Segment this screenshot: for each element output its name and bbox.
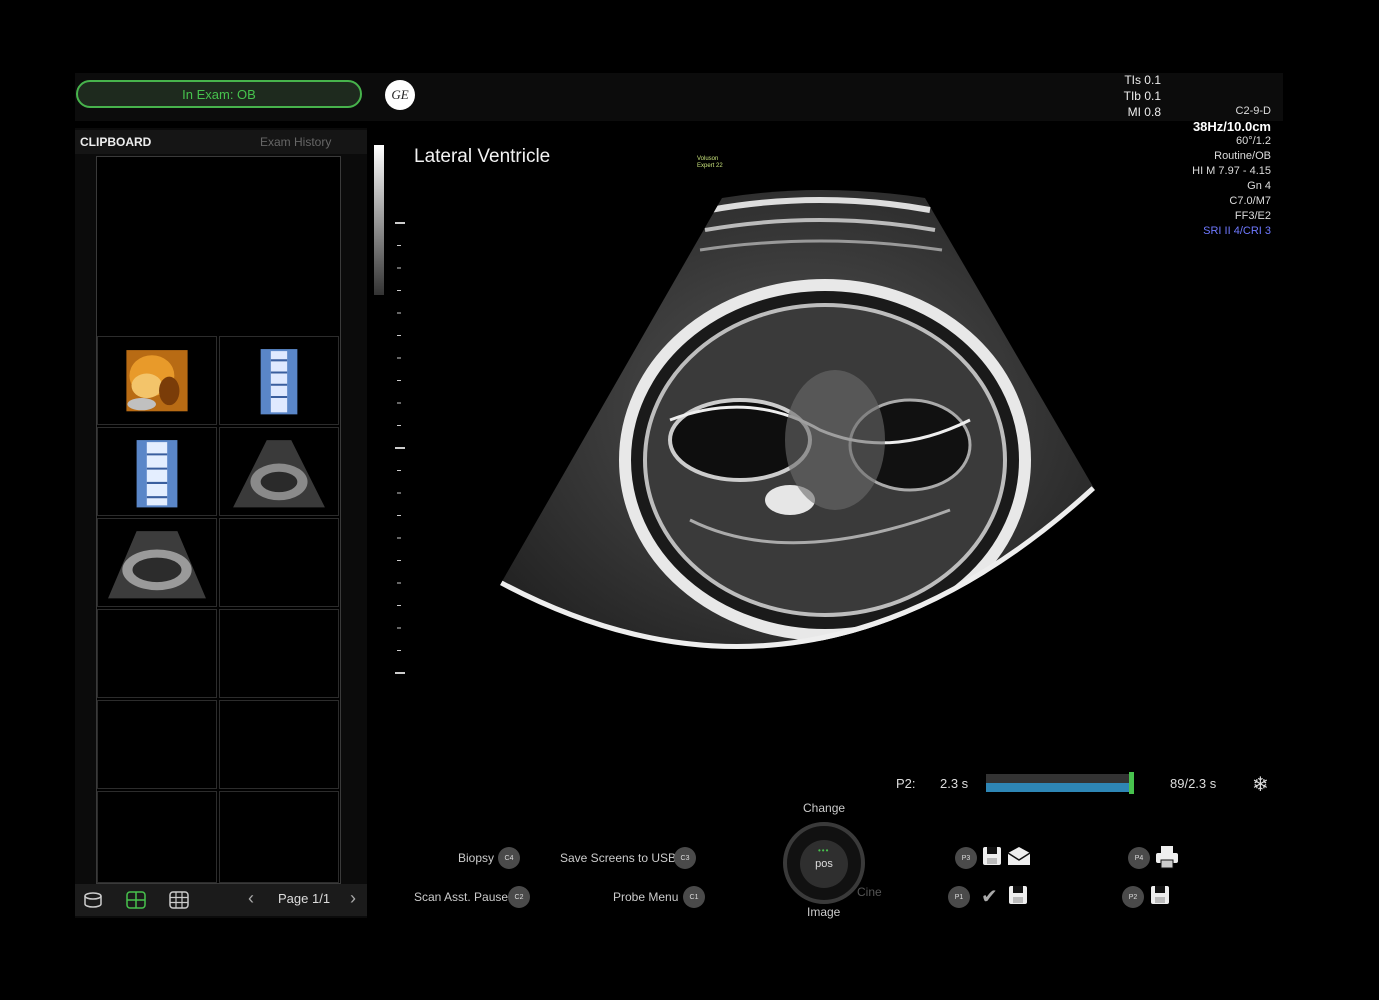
dial-center-label: pos — [815, 858, 833, 870]
ultrasound-image — [500, 190, 1095, 650]
exam-status-button[interactable]: In Exam: OB — [76, 80, 362, 108]
clipboard-preview — [97, 157, 340, 335]
cine-progress-fill — [986, 783, 1132, 792]
checkmark-icon[interactable]: ✔ — [981, 884, 998, 909]
exam-status-label: In Exam: OB — [182, 86, 256, 102]
p2-button[interactable]: P2 — [1122, 886, 1144, 908]
dial-change-label: Change — [803, 801, 846, 815]
system-mini-label: Voluson Expert 22 — [697, 156, 723, 170]
page-indicator: Page 1/1 — [278, 891, 331, 906]
mini-label-line-1: Voluson — [697, 156, 719, 162]
probe-menu-label[interactable]: Probe Menu — [613, 890, 678, 904]
frame-depth: 38Hz/10.0cm — [1192, 119, 1271, 134]
cine-frames: 89/2.3 s — [1170, 776, 1217, 791]
cine-time: 2.3 s — [940, 776, 969, 791]
clipboard-slot-empty — [97, 791, 217, 883]
p4-button[interactable]: P4 — [1128, 847, 1150, 869]
freeze-snowflake-icon[interactable]: ❄ — [1252, 772, 1269, 797]
c3-button[interactable]: C3 — [674, 847, 696, 869]
gain-value: Gn 4 — [1247, 180, 1271, 192]
sri-value: SRI II 4/CRI 3 — [1203, 225, 1271, 237]
chevron-right-icon[interactable]: › — [350, 888, 356, 909]
clipboard-slot-empty — [97, 609, 217, 698]
thumb-ultrasound-image — [228, 436, 330, 513]
clipboard-thumb[interactable] — [219, 336, 339, 425]
image-title: Lateral Ventricle — [414, 146, 551, 167]
dial-indicator-icon: ••• — [818, 846, 830, 855]
exam-history-tab[interactable]: Exam History — [260, 135, 331, 149]
printer-icon[interactable] — [1154, 845, 1180, 875]
depth-ruler — [395, 222, 405, 674]
clipboard-tab[interactable]: CLIPBOARD — [80, 135, 151, 149]
c1-button[interactable]: C1 — [683, 886, 705, 908]
cine-position-marker[interactable] — [1129, 772, 1134, 794]
map-value: C7.0/M7 — [1229, 195, 1271, 207]
dial-cine-label: Cine — [857, 885, 882, 899]
clipboard-slot-empty — [219, 609, 339, 698]
save-disk-icon[interactable] — [1149, 884, 1171, 912]
thumb-spine-image — [106, 436, 208, 513]
ge-logo: GE — [385, 80, 415, 110]
tis-value: TIs 0.1 — [1124, 73, 1161, 87]
tib-value: TIb 0.1 — [1123, 89, 1161, 103]
cine-label: P2: — [896, 776, 916, 791]
clipboard-slot-empty — [219, 700, 339, 789]
dial-image-label: Image — [807, 905, 841, 919]
email-envelope-icon[interactable] — [1006, 845, 1032, 873]
p1-button[interactable]: P1 — [948, 886, 970, 908]
clipboard-slot-empty — [97, 700, 217, 789]
harmonic-value: HI M 7.97 - 4.15 — [1192, 165, 1271, 177]
mini-label-line-2: Expert 22 — [697, 163, 723, 169]
gray-scale-bar — [374, 145, 384, 295]
probe-name: C2-9-D — [1235, 105, 1271, 117]
ff-value: FF3/E2 — [1234, 210, 1271, 222]
p3-button[interactable]: P3 — [955, 847, 977, 869]
clipboard-thumb[interactable] — [219, 427, 339, 516]
clipboard-slot-empty — [219, 791, 339, 883]
clipboard-thumb[interactable] — [97, 336, 217, 425]
clipboard-thumb[interactable] — [97, 518, 217, 607]
save-usb-label[interactable]: Save Screens to USB — [560, 851, 676, 865]
imaging-parameters: C2-9-D 38Hz/10.0cm 60°/1.2 Routine/OB HI… — [1150, 104, 1271, 239]
c4-button[interactable]: C4 — [498, 847, 520, 869]
save-disk-icon[interactable] — [981, 845, 1003, 873]
thumb-spine-image — [228, 345, 330, 422]
thumb-3d-render-image — [106, 345, 208, 422]
chevron-left-icon[interactable]: ‹ — [248, 888, 254, 909]
biopsy-label[interactable]: Biopsy — [458, 851, 494, 865]
save-disk-icon[interactable] — [1007, 884, 1029, 912]
thumb-ultrasound-image — [106, 527, 208, 604]
angle-value: 60°/1.2 — [1236, 135, 1271, 147]
c2-button[interactable]: C2 — [508, 886, 530, 908]
logo-text: GE — [391, 87, 409, 102]
quad-view-icon[interactable] — [125, 890, 147, 910]
clipboard-thumb[interactable] — [97, 427, 217, 516]
clipboard-slot-empty — [219, 518, 339, 607]
grid-view-icon[interactable] — [168, 890, 190, 910]
preset-name: Routine/OB — [1214, 150, 1271, 162]
scan-assistant-label[interactable]: Scan Asst. Pause — [414, 890, 508, 904]
single-view-icon[interactable] — [82, 890, 104, 910]
